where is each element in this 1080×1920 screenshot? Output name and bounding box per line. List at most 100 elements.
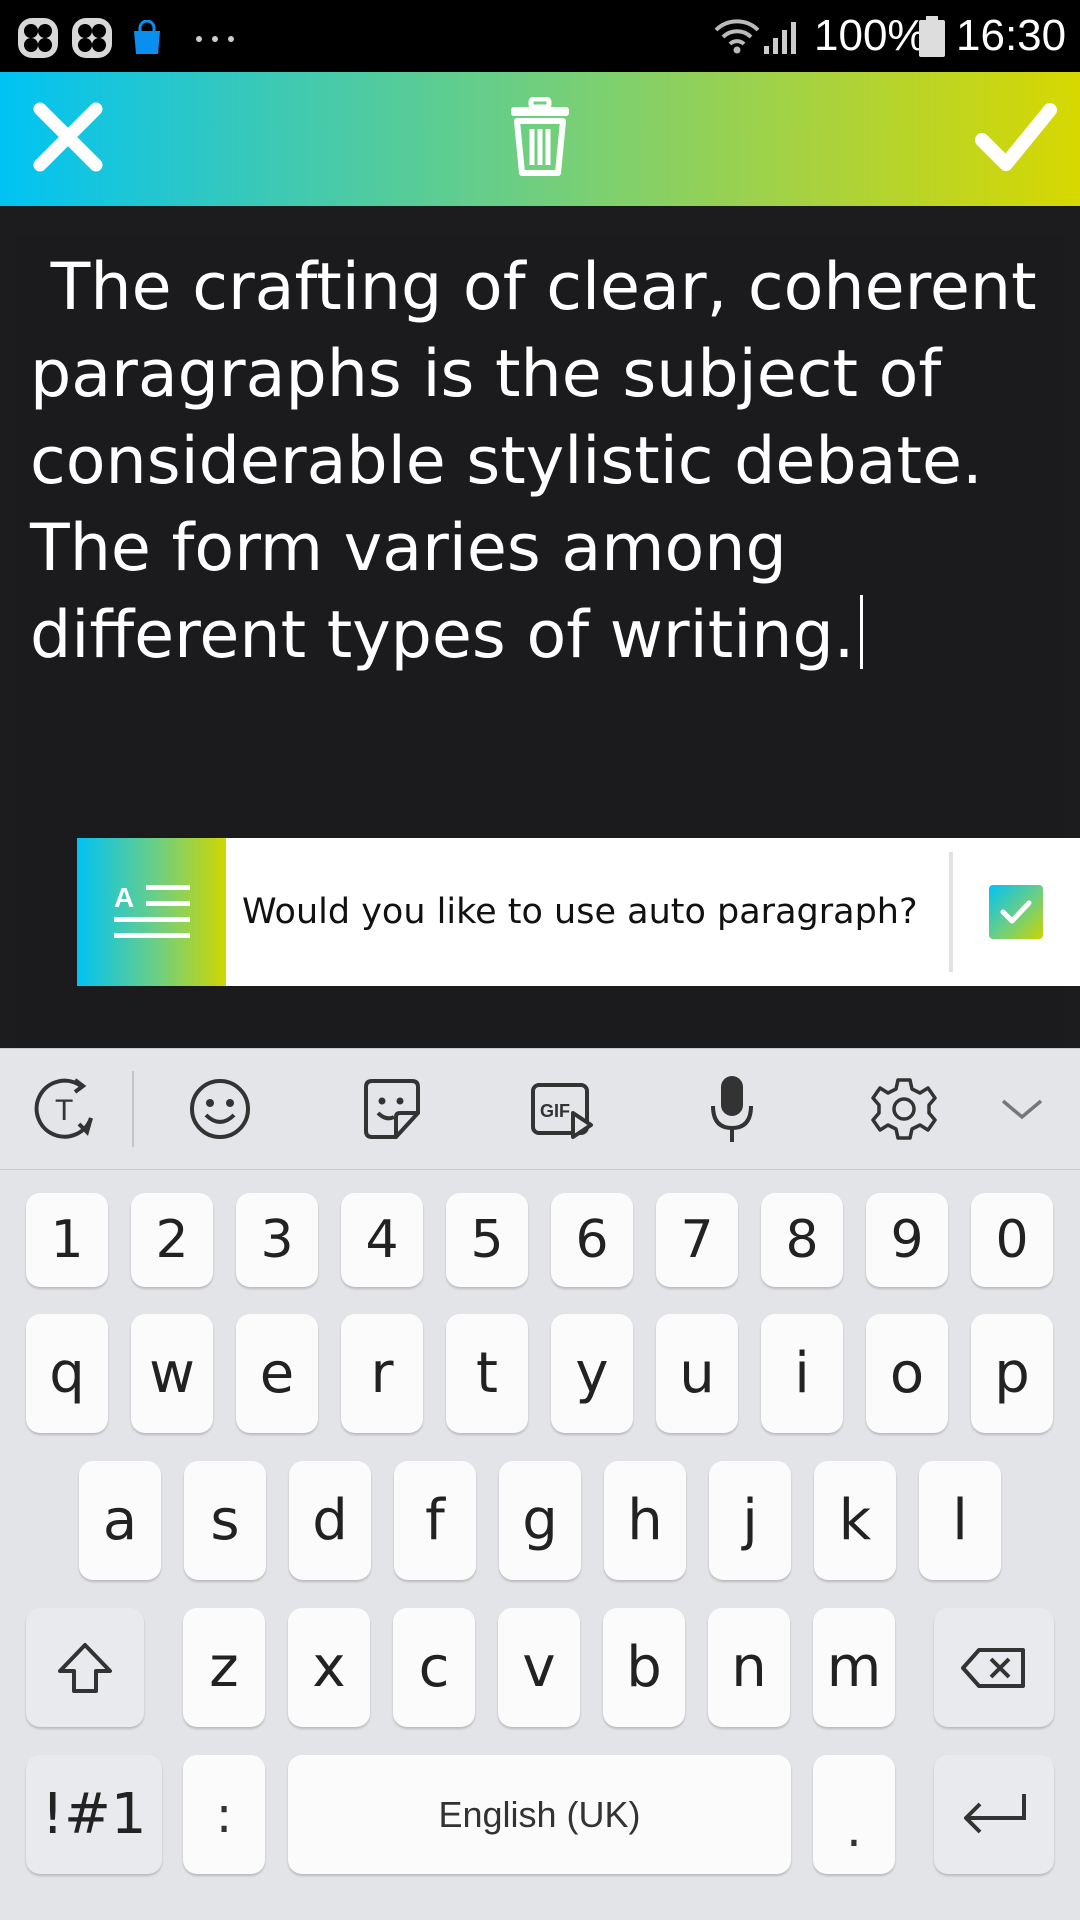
text-line: considerable stylistic debate. <box>30 424 983 499</box>
delete-button[interactable] <box>484 72 596 206</box>
backspace-key[interactable] <box>934 1608 1054 1727</box>
key-6[interactable]: 6 <box>551 1193 633 1287</box>
symbols-key[interactable]: !#1 <box>26 1755 162 1874</box>
key-o[interactable]: o <box>866 1314 948 1433</box>
key-v[interactable]: v <box>498 1608 580 1727</box>
key-x[interactable]: x <box>288 1608 370 1727</box>
key-7[interactable]: 7 <box>656 1193 738 1287</box>
more-dots-icon <box>193 30 237 49</box>
key-z[interactable]: z <box>183 1608 265 1727</box>
sticker-icon <box>364 1079 420 1139</box>
period-key[interactable]: . <box>813 1755 895 1874</box>
text-line: The crafting of clear, coherent <box>30 250 1037 325</box>
enter-key[interactable] <box>934 1755 1054 1874</box>
shift-icon <box>58 1642 112 1693</box>
text-line: different types of writing. <box>30 598 855 673</box>
voice-input-button[interactable] <box>692 1069 772 1149</box>
key-t[interactable]: t <box>446 1314 528 1433</box>
auto-paragraph-checkbox[interactable] <box>989 885 1043 939</box>
shop-bag-icon <box>131 19 163 60</box>
key-s[interactable]: s <box>184 1461 266 1580</box>
svg-text:GIF: GIF <box>540 1101 570 1121</box>
key-w[interactable]: w <box>131 1314 213 1433</box>
checkmark-icon <box>1000 900 1032 924</box>
auto-paragraph-banner: A Would you like to use auto paragraph? <box>77 838 1080 986</box>
shift-key[interactable] <box>26 1608 144 1727</box>
colon-label: : <box>215 1785 233 1844</box>
key-e[interactable]: e <box>236 1314 318 1433</box>
symbols-label: !#1 <box>41 1782 147 1847</box>
battery-percentage: 100% <box>814 11 927 60</box>
svg-text:A: A <box>114 882 134 913</box>
key-b[interactable]: b <box>603 1608 685 1727</box>
key-r[interactable]: r <box>341 1314 423 1433</box>
key-k[interactable]: k <box>814 1461 896 1580</box>
key-f[interactable]: f <box>394 1461 476 1580</box>
key-c[interactable]: c <box>393 1608 475 1727</box>
key-i[interactable]: i <box>761 1314 843 1433</box>
toolbar-divider <box>132 1071 134 1147</box>
editor-text[interactable]: The crafting of clear, coherent paragrap… <box>30 244 1060 679</box>
status-bar: 100% 16:30 <box>0 0 1080 72</box>
trash-icon <box>507 96 573 181</box>
key-g[interactable]: g <box>499 1461 581 1580</box>
check-icon <box>974 100 1058 178</box>
key-1[interactable]: 1 <box>26 1193 108 1287</box>
key-u[interactable]: u <box>656 1314 738 1433</box>
emoji-button[interactable] <box>180 1069 260 1149</box>
backspace-icon <box>961 1647 1025 1688</box>
key-5[interactable]: 5 <box>446 1193 528 1287</box>
gif-button[interactable]: GIF <box>522 1069 602 1149</box>
banner-divider <box>949 852 953 972</box>
key-m[interactable]: m <box>813 1608 895 1727</box>
key-p[interactable]: p <box>971 1314 1053 1433</box>
key-0[interactable]: 0 <box>971 1193 1053 1287</box>
key-y[interactable]: y <box>551 1314 633 1433</box>
text-caret <box>860 595 864 669</box>
app-icon <box>16 16 60 64</box>
auto-paragraph-prompt: Would you like to use auto paragraph? <box>242 892 918 932</box>
keyboard-settings-button[interactable] <box>864 1069 944 1149</box>
keyboard: T GIF 1234567890 qwertyuiop asdfghjkl zxcvb… <box>0 1048 1080 1920</box>
colon-key[interactable]: : <box>183 1755 265 1874</box>
keyboard-toolbar: T GIF <box>0 1048 1080 1170</box>
clock: 16:30 <box>956 11 1067 60</box>
app-icon <box>70 16 114 64</box>
microphone-icon <box>711 1076 753 1142</box>
signal-icon <box>762 18 802 60</box>
wifi-icon <box>712 14 762 60</box>
key-3[interactable]: 3 <box>236 1193 318 1287</box>
key-n[interactable]: n <box>708 1608 790 1727</box>
confirm-button[interactable] <box>960 72 1072 206</box>
editor-toolbar <box>0 72 1080 206</box>
key-j[interactable]: j <box>709 1461 791 1580</box>
paragraph-format-icon: A <box>77 838 226 986</box>
key-8[interactable]: 8 <box>761 1193 843 1287</box>
key-q[interactable]: q <box>26 1314 108 1433</box>
key-2[interactable]: 2 <box>131 1193 213 1287</box>
svg-text:T: T <box>55 1094 73 1127</box>
battery-icon <box>918 16 946 62</box>
collapse-toolbar-button[interactable] <box>982 1069 1062 1149</box>
key-l[interactable]: l <box>919 1461 1001 1580</box>
space-key[interactable]: English (UK) <box>288 1755 791 1874</box>
emoji-icon <box>190 1079 250 1139</box>
key-a[interactable]: a <box>79 1461 161 1580</box>
gif-icon: GIF <box>531 1083 593 1139</box>
space-language-label: English (UK) <box>438 1793 641 1835</box>
close-button[interactable] <box>12 72 124 206</box>
text-mode-button[interactable]: T <box>26 1069 106 1149</box>
key-9[interactable]: 9 <box>866 1193 948 1287</box>
settings-icon <box>871 1078 937 1140</box>
text-mode-icon: T <box>34 1078 93 1139</box>
close-icon <box>28 97 108 181</box>
text-line: The form varies among <box>30 511 787 586</box>
period-label: . <box>846 1799 862 1858</box>
text-line: paragraphs is the subject of <box>30 337 942 412</box>
key-4[interactable]: 4 <box>341 1193 423 1287</box>
enter-icon <box>964 1793 1026 1833</box>
collapse-chevron-icon <box>1001 1099 1043 1120</box>
sticker-button[interactable] <box>352 1069 432 1149</box>
key-h[interactable]: h <box>604 1461 686 1580</box>
key-d[interactable]: d <box>289 1461 371 1580</box>
